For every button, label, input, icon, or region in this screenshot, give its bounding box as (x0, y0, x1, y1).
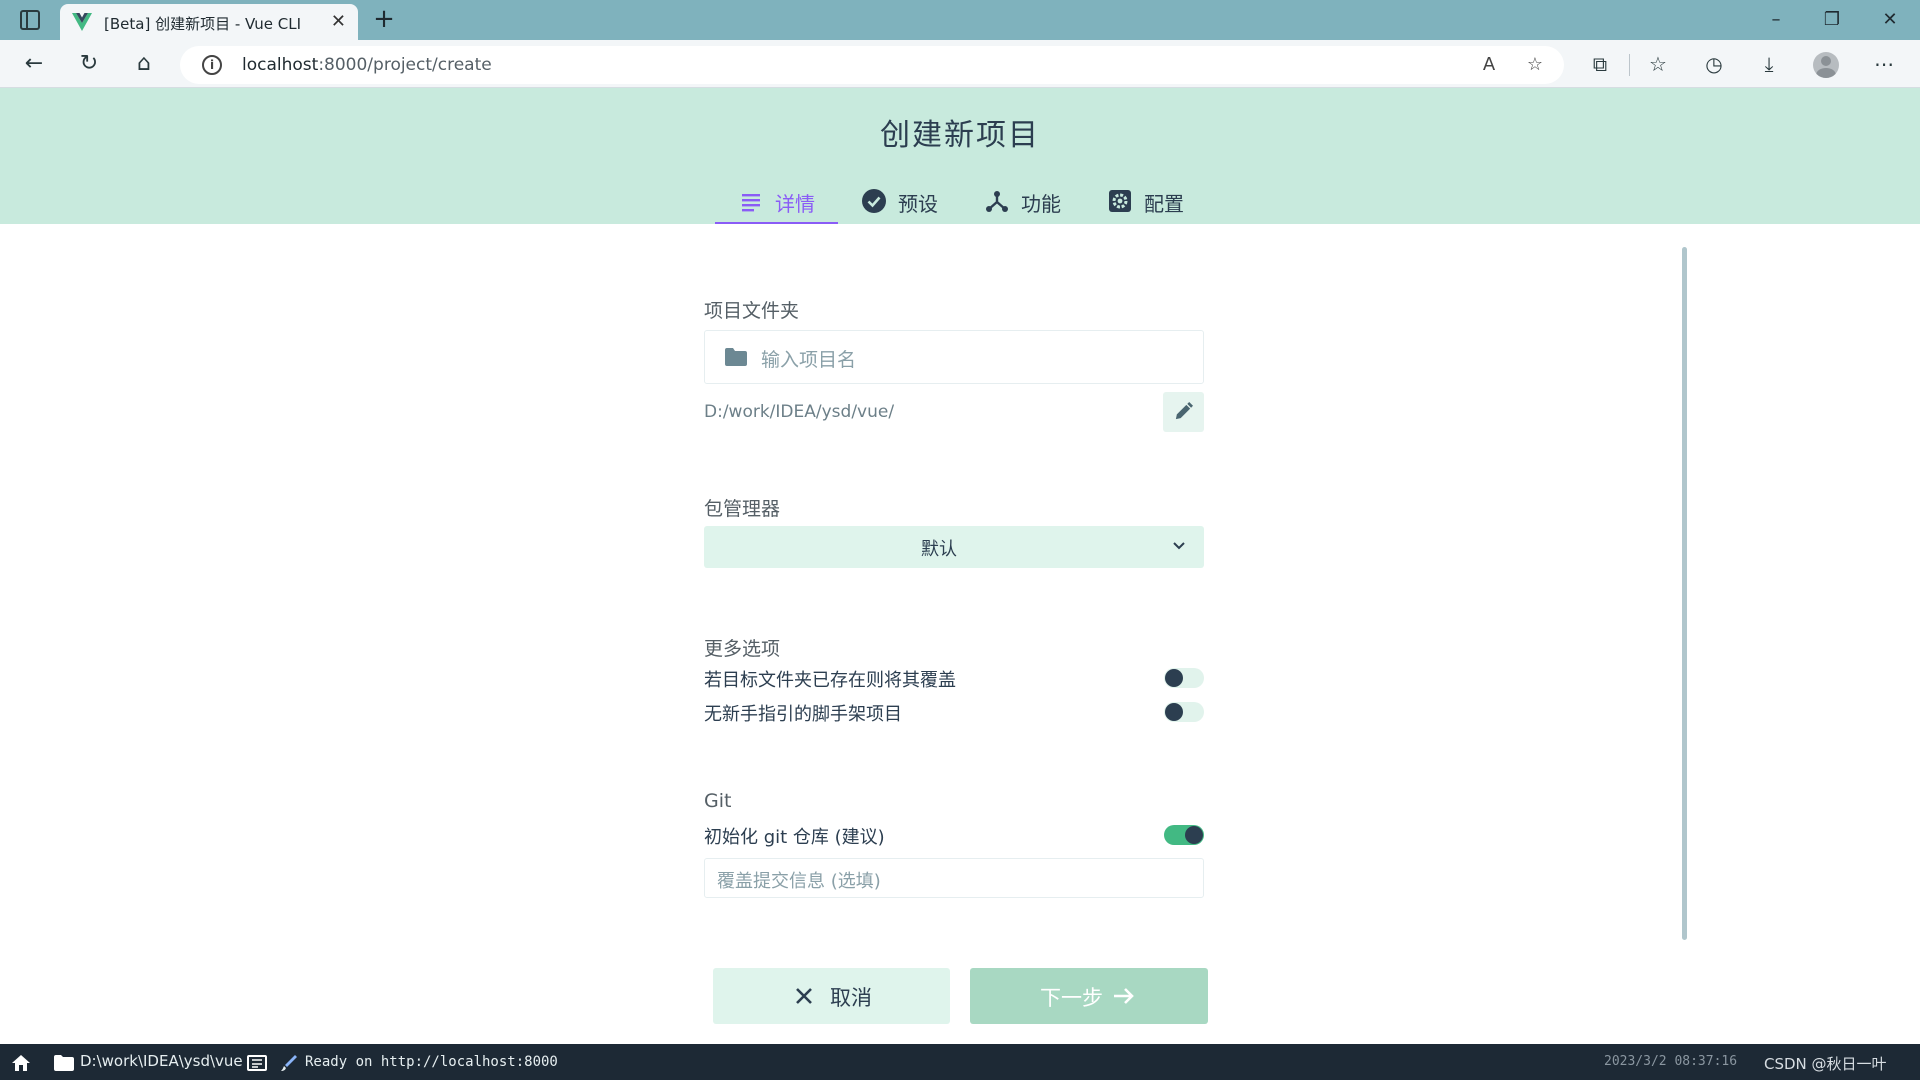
package-manager-select[interactable]: 默认 (704, 526, 1204, 568)
vue-logo-icon (72, 13, 92, 31)
option-no-guide-label: 无新手指引的脚手架项目 (704, 704, 902, 725)
site-info-icon[interactable]: i (202, 55, 222, 75)
chevron-down-icon (1173, 542, 1185, 550)
address-bar-row: ← ↻ ⌂ i localhost:8000/project/create A … (0, 40, 1920, 88)
tab-details[interactable]: 详情 (715, 180, 838, 224)
pencil-icon (1175, 402, 1193, 420)
refresh-icon[interactable]: ↻ (71, 48, 107, 80)
folder-icon (54, 1055, 74, 1071)
new-tab-icon[interactable]: + (368, 4, 400, 36)
status-folder[interactable]: D:\work\IDEA\ysd\vue (80, 1052, 243, 1070)
status-ready: Ready on http://localhost:8000 (305, 1054, 558, 1070)
cancel-button[interactable]: 取消 (713, 968, 950, 1024)
browser-tab-bar: [Beta] 创建新项目 - Vue CLI ✕ + – ❐ ✕ (0, 0, 1920, 40)
tab-config-label: 配置 (1144, 192, 1184, 216)
option-overwrite-label: 若目标文件夹已存在则将其覆盖 (704, 670, 956, 691)
restore-icon[interactable]: ❐ (1804, 0, 1860, 40)
folder-section-label: 项目文件夹 (704, 300, 800, 322)
project-name-placeholder: 输入项目名 (761, 349, 857, 371)
commit-message-placeholder: 覆盖提交信息 (选填) (717, 871, 881, 892)
tab-actions-icon[interactable] (20, 10, 40, 30)
arrow-right-icon (1114, 988, 1134, 1004)
page-header: 创建新项目 详情 预设 功能 配置 (0, 88, 1920, 224)
watermark: CSDN @秋日一叶 (1764, 1055, 1887, 1073)
tab-config[interactable]: 配置 (1084, 180, 1207, 224)
folder-path: D:/work/IDEA/ysd/vue/ (704, 402, 895, 422)
package-manager-value: 默认 (921, 539, 957, 560)
profile-avatar[interactable] (1813, 52, 1839, 78)
extensions-icon[interactable]: ⧉ (1582, 48, 1618, 80)
git-section-label: Git (704, 790, 732, 812)
gear-icon (1109, 190, 1131, 212)
option-row-git-init: 初始化 git 仓库 (建议) (704, 821, 1204, 849)
minimize-icon[interactable]: – (1748, 0, 1804, 40)
back-icon[interactable]: ← (16, 48, 52, 80)
tab-features[interactable]: 功能 (961, 180, 1084, 224)
close-icon (796, 988, 812, 1004)
more-menu-icon[interactable]: ⋯ (1866, 48, 1902, 80)
terminal-icon[interactable] (247, 1055, 267, 1071)
next-button[interactable]: 下一步 (970, 968, 1208, 1024)
overwrite-toggle[interactable] (1164, 668, 1204, 688)
tab-close-icon[interactable]: ✕ (331, 11, 346, 32)
git-init-toggle[interactable] (1164, 825, 1204, 845)
downloads-icon[interactable]: ⤓ (1751, 48, 1787, 80)
status-datetime: 2023/3/2 08:37:16 (1604, 1054, 1738, 1069)
toggle-knob (1185, 826, 1203, 844)
url-text[interactable]: localhost:8000/project/create (242, 55, 492, 75)
package-manager-label: 包管理器 (704, 498, 781, 520)
check-circle-icon (862, 189, 886, 213)
option-row-no-guide: 无新手指引的脚手架项目 (704, 698, 1204, 726)
cancel-label: 取消 (830, 986, 872, 1010)
tab-features-label: 功能 (1021, 192, 1061, 216)
scrollbar[interactable] (1682, 247, 1687, 940)
fork-icon (986, 191, 1008, 212)
favorites-icon[interactable]: ☆ (1640, 48, 1676, 80)
project-name-input[interactable]: 输入项目名 (704, 330, 1204, 384)
brush-icon (281, 1055, 297, 1071)
add-favorite-icon[interactable]: ☆ (1522, 52, 1548, 78)
home-icon[interactable]: ⌂ (126, 48, 162, 80)
toggle-knob (1165, 669, 1183, 687)
home-icon[interactable] (11, 1054, 31, 1072)
tab-presets-label: 预设 (898, 192, 938, 216)
next-label: 下一步 (1040, 986, 1103, 1010)
status-bar: D:\work\IDEA\ysd\vue Ready on http://loc… (0, 1044, 1920, 1080)
git-init-label: 初始化 git 仓库 (建议) (704, 827, 885, 848)
folder-icon (725, 348, 747, 366)
no-guide-toggle[interactable] (1164, 702, 1204, 722)
url-bar[interactable]: i localhost:8000/project/create A ☆ (180, 46, 1564, 84)
browser-tab[interactable]: [Beta] 创建新项目 - Vue CLI ✕ (60, 4, 358, 40)
list-icon (742, 194, 760, 212)
close-window-icon[interactable]: ✕ (1862, 0, 1918, 40)
option-row-overwrite: 若目标文件夹已存在则将其覆盖 (704, 664, 1204, 692)
read-aloud-icon[interactable]: A (1476, 52, 1502, 78)
toggle-knob (1165, 703, 1183, 721)
more-options-label: 更多选项 (704, 638, 781, 660)
page-title: 创建新项目 (880, 118, 1040, 153)
tab-presets[interactable]: 预设 (838, 180, 961, 224)
commit-message-input[interactable]: 覆盖提交信息 (选填) (704, 858, 1204, 898)
tab-details-label: 详情 (775, 192, 815, 216)
history-icon[interactable]: ◷ (1696, 48, 1732, 80)
edit-path-button[interactable] (1163, 392, 1204, 432)
tab-title: [Beta] 创建新项目 - Vue CLI (104, 15, 302, 33)
toolbar-separator (1629, 54, 1630, 76)
